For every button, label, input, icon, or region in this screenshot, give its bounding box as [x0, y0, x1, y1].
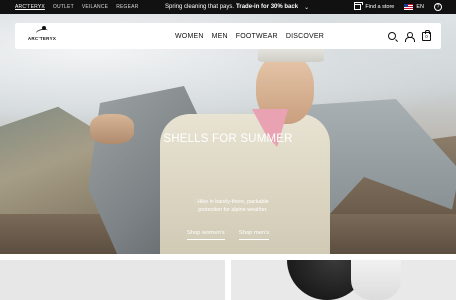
language-selector[interactable]: EN — [404, 4, 424, 10]
main-nav: WOMEN MEN FOOTWEAR DISCOVER — [175, 23, 324, 49]
logo-text: ARC'TERYX — [27, 36, 57, 41]
search-icon[interactable] — [388, 32, 396, 40]
hero-title: SHELLS FOR SUMMER — [163, 133, 293, 145]
hero-subtitle: Hike in barely-there, packable protectio… — [197, 199, 269, 213]
top-utility-bar: ARC'TERYX OUTLET VEILANCE REGEAR Spring … — [0, 0, 456, 14]
nav-item-men[interactable]: MEN — [212, 33, 228, 40]
promo-tile-right[interactable] — [231, 260, 456, 300]
logo-icon — [33, 26, 51, 36]
shop-men-link[interactable]: Shop men's — [238, 230, 270, 240]
brand-links: ARC'TERYX OUTLET VEILANCE REGEAR — [0, 4, 139, 10]
nav-item-discover[interactable]: DISCOVER — [286, 33, 324, 40]
tile-model-face — [351, 260, 401, 300]
nav-item-footwear[interactable]: FOOTWEAR — [236, 33, 278, 40]
promo-tile-left[interactable] — [0, 260, 225, 300]
find-store-link[interactable]: Find a store — [354, 2, 395, 10]
brand-link-outlet[interactable]: OUTLET — [53, 4, 74, 10]
promo-bold-text: Trade-in for 30% back — [236, 4, 299, 10]
chevron-down-icon[interactable]: ⌄ — [304, 4, 309, 11]
nav-item-women[interactable]: WOMEN — [175, 33, 204, 40]
promo-banner[interactable]: Spring cleaning that pays. Trade-in for … — [165, 0, 309, 14]
help-icon[interactable]: ? — [434, 3, 442, 11]
brand-link-arcteryx[interactable]: ARC'TERYX — [15, 4, 45, 10]
find-store-label: Find a store — [365, 4, 395, 10]
hero-cta-group: Shop women's Shop men's — [0, 230, 456, 240]
brand-link-veilance[interactable]: VEILANCE — [82, 4, 108, 10]
language-label: EN — [416, 4, 424, 10]
utility-actions: Find a store EN ? — [354, 0, 442, 14]
promo-text: Spring cleaning that pays. — [165, 4, 235, 10]
shop-women-link[interactable]: Shop women's — [186, 230, 225, 240]
main-header: ARC'TERYX WOMEN MEN FOOTWEAR DISCOVER 0 — [15, 23, 441, 49]
us-flag-icon — [404, 4, 414, 10]
logo[interactable]: ARC'TERYX — [27, 26, 57, 46]
brand-link-regear[interactable]: REGEAR — [116, 4, 138, 10]
store-icon — [354, 2, 364, 10]
account-icon[interactable] — [405, 31, 415, 42]
cart-icon[interactable]: 0 — [422, 29, 431, 41]
header-icons: 0 — [388, 23, 431, 49]
